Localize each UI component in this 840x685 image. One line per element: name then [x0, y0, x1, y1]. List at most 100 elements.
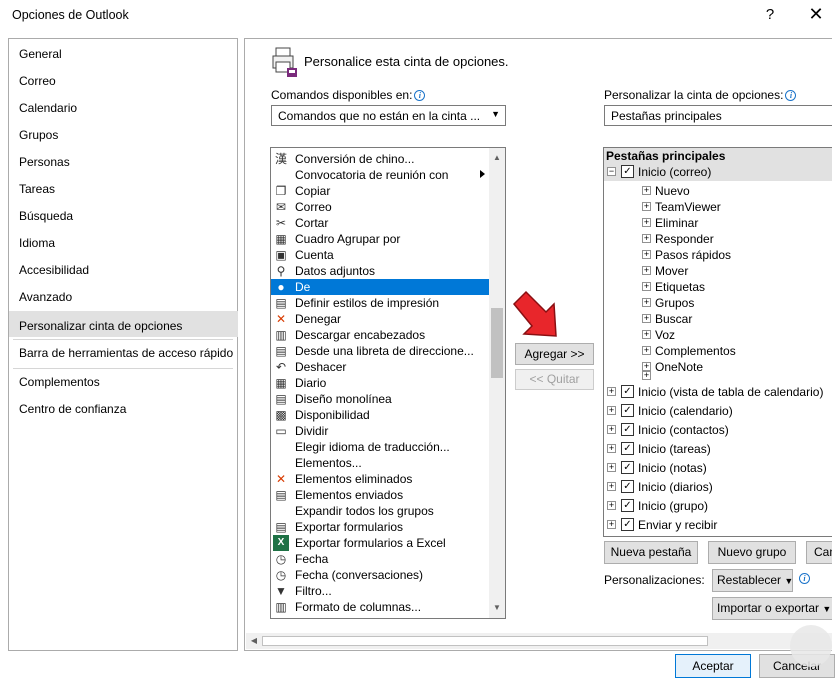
command-list-item[interactable]: ✂ Cortar — [271, 215, 489, 231]
new-tab-button[interactable]: Nueva pestaña — [604, 541, 698, 564]
commands-source-dropdown[interactable]: Comandos que no están en la cinta ... ▼ — [271, 105, 506, 126]
command-list-item[interactable]: ❐ Copiar — [271, 183, 489, 199]
command-list-item[interactable]: Elementos... — [271, 455, 489, 471]
command-list-item[interactable]: X Exportar formularios a Excel — [271, 535, 489, 551]
expand-icon[interactable]: + — [607, 444, 616, 453]
command-list-item[interactable]: ✉ Correo — [271, 199, 489, 215]
sidebar-item[interactable]: Tareas — [19, 182, 55, 196]
sidebar-item[interactable]: Correo — [19, 74, 56, 88]
command-list-item[interactable]: Convocatoria de reunión con — [271, 167, 489, 183]
expand-icon[interactable]: + — [642, 330, 651, 339]
tab-checkbox[interactable]: ✓ — [621, 499, 634, 512]
close-button[interactable]: ✕ — [798, 4, 834, 28]
expand-icon[interactable]: + — [607, 425, 616, 434]
sidebar-item[interactable]: Barra de herramientas de acceso rápido — [19, 346, 233, 360]
scroll-down-icon[interactable]: ▼ — [489, 600, 505, 616]
command-list-item[interactable]: ↶ Deshacer — [271, 359, 489, 375]
tree-group-item[interactable]: + Pasos rápidos — [604, 247, 832, 264]
command-list-item[interactable]: ▭ Dividir — [271, 423, 489, 439]
sidebar-item[interactable]: Idioma — [19, 236, 55, 250]
expand-icon[interactable]: + — [642, 234, 651, 243]
collapse-icon[interactable]: − — [607, 167, 616, 176]
tab-checkbox[interactable]: ✓ — [621, 165, 634, 178]
tree-tab-item[interactable]: + ✓ Inicio (diarios) — [604, 479, 832, 496]
expand-icon[interactable]: + — [642, 202, 651, 211]
content-horizontal-scrollbar[interactable]: ◀ — [246, 633, 832, 649]
command-list-item[interactable]: 漢 Conversión de chino... — [271, 151, 489, 167]
tree-tab-inicio-correo[interactable]: − ✓ Inicio (correo) — [604, 164, 832, 181]
tree-group-item[interactable]: + Etiquetas — [604, 279, 832, 296]
expand-icon[interactable]: + — [642, 346, 651, 355]
tree-group-item[interactable]: + Voz — [604, 327, 832, 344]
command-list-item[interactable]: ▤ Diseño monolínea — [271, 391, 489, 407]
tab-checkbox[interactable]: ✓ — [621, 423, 634, 436]
command-list-item[interactable]: ✕ Denegar — [271, 311, 489, 327]
tree-tab-item[interactable]: + ✓ Inicio (notas) — [604, 460, 832, 477]
tab-checkbox[interactable]: ✓ — [621, 385, 634, 398]
expand-icon[interactable]: + — [642, 314, 651, 323]
sidebar-item[interactable]: Búsqueda — [19, 209, 73, 223]
command-list-item[interactable]: ▩ Disponibilidad — [271, 407, 489, 423]
command-list-item[interactable]: ▥ Formato de columnas... — [271, 599, 489, 615]
scroll-left-icon[interactable]: ◀ — [246, 633, 262, 649]
tree-group-item[interactable]: + Buscar — [604, 311, 832, 328]
expand-icon[interactable]: + — [642, 298, 651, 307]
tab-checkbox[interactable]: ✓ — [621, 461, 634, 474]
tree-group-item[interactable]: + Grupos — [604, 295, 832, 312]
tab-checkbox[interactable]: ✓ — [621, 518, 634, 531]
sidebar-item[interactable]: Calendario — [19, 101, 77, 115]
expand-icon[interactable]: + — [642, 250, 651, 259]
command-list-item[interactable]: ▤ Exportar formularios — [271, 519, 489, 535]
sidebar-item[interactable]: Accesibilidad — [19, 263, 89, 277]
expand-icon[interactable]: + — [607, 406, 616, 415]
sidebar-item[interactable]: Avanzado — [19, 290, 72, 304]
command-list-item[interactable]: ▼ Filtro... — [271, 583, 489, 599]
tree-tab-item[interactable]: + ✓ Inicio (tareas) — [604, 441, 832, 458]
add-button[interactable]: Agregar >> — [515, 343, 594, 365]
command-list-item[interactable]: ▤ Desde una libreta de direccione... — [271, 343, 489, 359]
command-list-item[interactable]: ✕ Elementos eliminados — [271, 471, 489, 487]
command-list-item[interactable]: ▤ Definir estilos de impresión — [271, 295, 489, 311]
tree-tab-item[interactable]: + ✓ Inicio (grupo) — [604, 498, 832, 515]
command-list-item[interactable]: ▥ Descargar encabezados — [271, 327, 489, 343]
commands-list[interactable]: 漢 Conversión de chino... Convocatoria de r… — [270, 147, 506, 619]
expand-icon[interactable]: + — [642, 282, 651, 291]
expand-icon[interactable]: + — [607, 387, 616, 396]
scrollbar-thumb[interactable] — [491, 308, 503, 378]
command-list-item[interactable]: ▤ Elementos enviados — [271, 487, 489, 503]
command-list-item[interactable]: ▦ Diario — [271, 375, 489, 391]
sidebar-item[interactable]: Personas — [19, 155, 70, 169]
ribbon-tabs-dropdown[interactable]: Pestañas principales — [604, 105, 832, 126]
command-list-item[interactable]: ▦ Cuadro Agrupar por — [271, 231, 489, 247]
scrollbar-thumb[interactable] — [262, 636, 708, 646]
sidebar-item[interactable]: Personalizar cinta de opciones — [19, 319, 182, 333]
reset-dropdown-button[interactable]: Restablecer ▼ — [712, 569, 793, 592]
scroll-up-icon[interactable]: ▲ — [489, 150, 505, 166]
rename-button[interactable]: Cambiar nombre... — [806, 541, 832, 564]
tree-group-item[interactable]: + Complementos — [604, 343, 832, 360]
command-list-item[interactable]: Elegir idioma de traducción... — [271, 439, 489, 455]
expand-icon[interactable]: + — [642, 186, 651, 195]
expand-icon[interactable]: + — [607, 463, 616, 472]
expand-icon[interactable]: + — [607, 482, 616, 491]
tree-tab-item[interactable]: + ✓ Inicio (contactos) — [604, 422, 832, 439]
help-button[interactable]: ? — [758, 6, 782, 26]
expand-icon[interactable]: + — [642, 266, 651, 275]
command-list-item[interactable]: ◷ Fecha (conversaciones) — [271, 567, 489, 583]
tab-checkbox[interactable]: ✓ — [621, 404, 634, 417]
expand-icon[interactable]: + — [642, 218, 651, 227]
expand-icon[interactable]: + — [607, 501, 616, 510]
command-list-item[interactable]: ▣ Cuenta — [271, 247, 489, 263]
sidebar-item[interactable]: Complementos — [19, 375, 100, 389]
tree-group-item[interactable]: + Responder — [604, 231, 832, 248]
expand-icon[interactable]: + — [607, 520, 616, 529]
tree-group-item[interactable]: + Eliminar — [604, 215, 832, 232]
tree-tab-item[interactable]: + ✓ Enviar y recibir — [604, 517, 832, 534]
ok-button[interactable]: Aceptar — [675, 654, 751, 678]
tab-checkbox[interactable]: ✓ — [621, 480, 634, 493]
command-list-item[interactable]: ◷ Fecha — [271, 551, 489, 567]
sidebar-item[interactable]: General — [19, 47, 62, 61]
tree-group-item[interactable]: + Mover — [604, 263, 832, 280]
sidebar-item[interactable]: Centro de confianza — [19, 402, 126, 416]
import-export-dropdown-button[interactable]: Importar o exportar ▼ — [712, 597, 832, 620]
